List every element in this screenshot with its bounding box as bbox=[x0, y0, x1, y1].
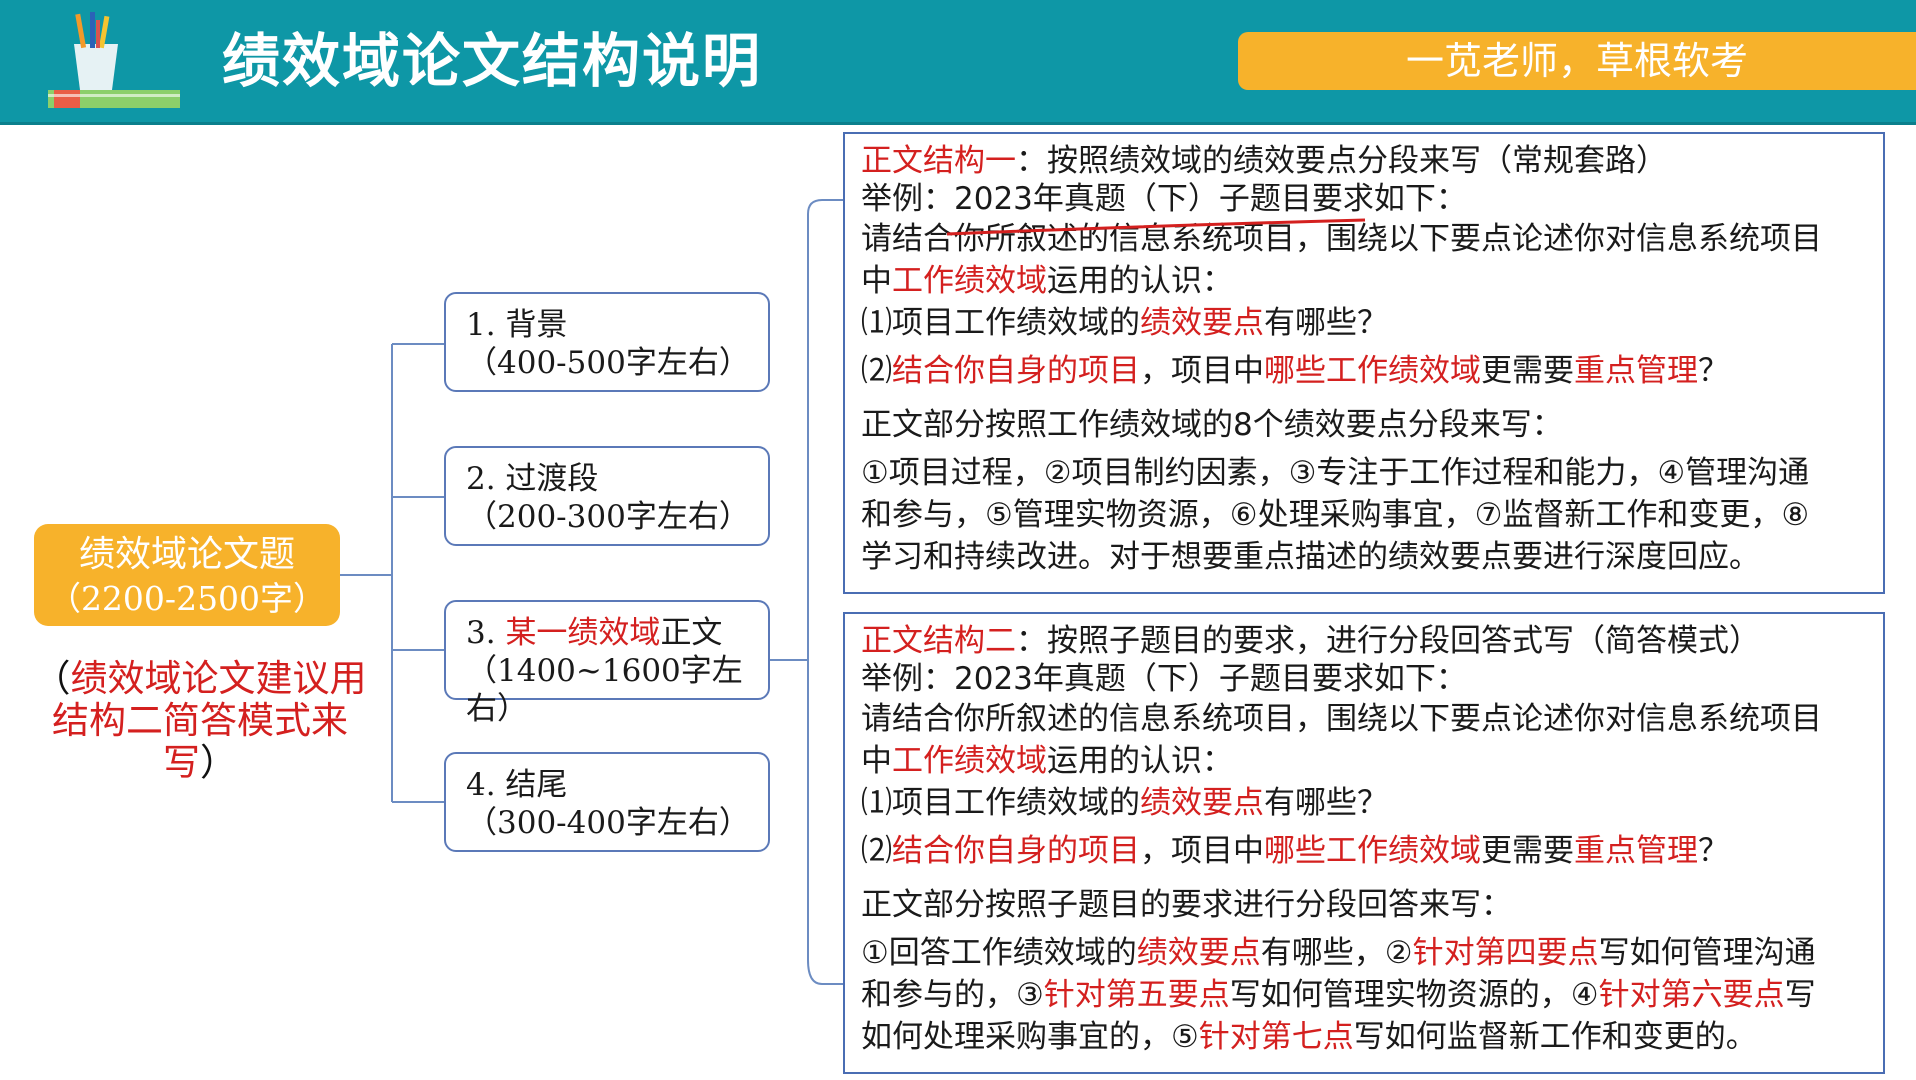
text: 和参与的，③ bbox=[861, 977, 1044, 1013]
root-line2: （2200-2500字） bbox=[47, 579, 327, 618]
points-line: 学习和持续改进。对于想要重点描述的绩效要点要进行深度回应。 bbox=[861, 539, 1760, 575]
node-label-prefix: 3. bbox=[466, 615, 506, 651]
text: ⑵ bbox=[861, 353, 892, 389]
text: 写如何管理沟通 bbox=[1598, 935, 1816, 971]
example-line: 举例：2023年真题（下）子题目要求如下： bbox=[861, 661, 1467, 697]
text: 更需要 bbox=[1481, 833, 1574, 869]
highlight: 绩效要点 bbox=[1136, 935, 1261, 971]
text: ①回答工作绩效域的 bbox=[861, 935, 1137, 971]
text: 写如何管理实物资源的，④ bbox=[1229, 977, 1599, 1013]
points-line: ①项目过程，②项目制约因素，③专注于工作过程和能力，④管理沟通 bbox=[861, 455, 1810, 491]
highlight: 绩效要点 bbox=[1140, 305, 1264, 341]
text: ，项目中 bbox=[1140, 833, 1264, 869]
highlight: 工作绩效域 bbox=[892, 743, 1047, 779]
section-heading: 正文部分按照子题目的要求进行分段回答来写： bbox=[861, 887, 1512, 923]
text: 有哪些？ bbox=[1264, 305, 1388, 341]
node-transition: 2. 过渡段 （200-300字左右） bbox=[444, 446, 770, 546]
recommendation-note: （绩效域论文建议用 结构二简答模式来写） bbox=[20, 658, 380, 784]
text: 如何处理采购事宜的，⑤ bbox=[861, 1019, 1199, 1055]
text: ⑴项目工作绩效域的 bbox=[861, 785, 1140, 821]
node-label: 1. 背景 bbox=[466, 307, 568, 343]
text: 运用的认识： bbox=[1047, 743, 1233, 779]
note-close-paren: ） bbox=[200, 741, 237, 784]
example-line: 举例：2023年真题（下）子题目要求如下： bbox=[861, 181, 1467, 217]
root-node-essay-topic: 绩效域论文题 （2200-2500字） bbox=[34, 524, 340, 626]
highlight: 哪些工作绩效域 bbox=[1264, 353, 1481, 389]
node-word-count: （300-400字左右） bbox=[466, 805, 750, 841]
highlight: 工作绩效域 bbox=[892, 263, 1047, 299]
node-background: 1. 背景 （400-500字左右） bbox=[444, 292, 770, 392]
highlight: 结合你自身的项目 bbox=[892, 833, 1140, 869]
text: 更需要 bbox=[1481, 353, 1574, 389]
text: ⑵ bbox=[861, 833, 892, 869]
text: ⑴项目工作绩效域的 bbox=[861, 305, 1140, 341]
text: 写 bbox=[1784, 977, 1816, 1013]
text: 写如何监督新工作和变更的。 bbox=[1353, 1019, 1757, 1055]
node-label: 3. 某一绩效域正文 bbox=[466, 614, 768, 652]
node-label-red: 某一绩效域 bbox=[505, 615, 661, 651]
structure-two-heading: 正文结构二 bbox=[861, 623, 1016, 659]
node-word-count: （1400~1600字左右） bbox=[466, 653, 743, 727]
node-label-suffix: 正文 bbox=[660, 615, 723, 651]
text: ，项目中 bbox=[1140, 353, 1264, 389]
red-underline-mark bbox=[946, 218, 1366, 236]
structure-two-heading-rest: ：按照子题目的要求，进行分段回答式写（简答模式） bbox=[1016, 623, 1760, 659]
text: 有哪些？ bbox=[1264, 785, 1388, 821]
text: 中 bbox=[861, 263, 892, 299]
highlight: 重点管理 bbox=[1574, 833, 1698, 869]
node-word-count: （400-500字左右） bbox=[466, 345, 750, 381]
highlight: 哪些工作绩效域 bbox=[1264, 833, 1481, 869]
note-line1: 绩效域论文建议用 bbox=[70, 657, 367, 700]
highlight: 针对第六要点 bbox=[1598, 977, 1785, 1013]
question-intro: 请结合你所叙述的信息系统项目，围绕以下要点论述你对信息系统项目 bbox=[861, 701, 1822, 737]
structure-one-heading-rest: ：按照绩效域的绩效要点分段来写（常规套路） bbox=[1016, 143, 1667, 179]
text: 运用的认识： bbox=[1047, 263, 1233, 299]
points-line: 和参与，⑤管理实物资源，⑥处理采购事宜，⑦监督新工作和变更，⑧ bbox=[861, 497, 1810, 533]
node-conclusion: 4. 结尾 （300-400字左右） bbox=[444, 752, 770, 852]
structure-two-panel: 正文结构二：按照子题目的要求，进行分段回答式写（简答模式） 举例：2023年真题… bbox=[843, 612, 1885, 1074]
highlight: 绩效要点 bbox=[1140, 785, 1264, 821]
text: 有哪些，② bbox=[1260, 935, 1413, 971]
root-line1: 绩效域论文题 bbox=[78, 534, 295, 575]
node-main-body: 3. 某一绩效域正文 （1400~1600字左右） bbox=[444, 600, 770, 727]
text: ？ bbox=[1698, 833, 1729, 869]
highlight: 重点管理 bbox=[1574, 353, 1698, 389]
highlight: 结合你自身的项目 bbox=[892, 353, 1140, 389]
note-open-paren: （ bbox=[33, 657, 71, 700]
section-heading: 正文部分按照工作绩效域的8个绩效要点分段来写： bbox=[861, 407, 1563, 443]
node-word-count: （200-300字左右） bbox=[466, 499, 750, 535]
highlight: 针对第五要点 bbox=[1043, 977, 1230, 1013]
structure-one-heading: 正文结构一 bbox=[861, 143, 1016, 179]
text: ？ bbox=[1698, 353, 1729, 389]
structure-one-panel: 正文结构一：按照绩效域的绩效要点分段来写（常规套路） 举例：2023年真题（下）… bbox=[843, 132, 1885, 594]
highlight: 针对第七点 bbox=[1198, 1019, 1354, 1055]
highlight: 针对第四要点 bbox=[1412, 935, 1599, 971]
text: 中 bbox=[861, 743, 892, 779]
node-label: 2. 过渡段 bbox=[466, 461, 599, 497]
node-label: 4. 结尾 bbox=[466, 767, 568, 803]
